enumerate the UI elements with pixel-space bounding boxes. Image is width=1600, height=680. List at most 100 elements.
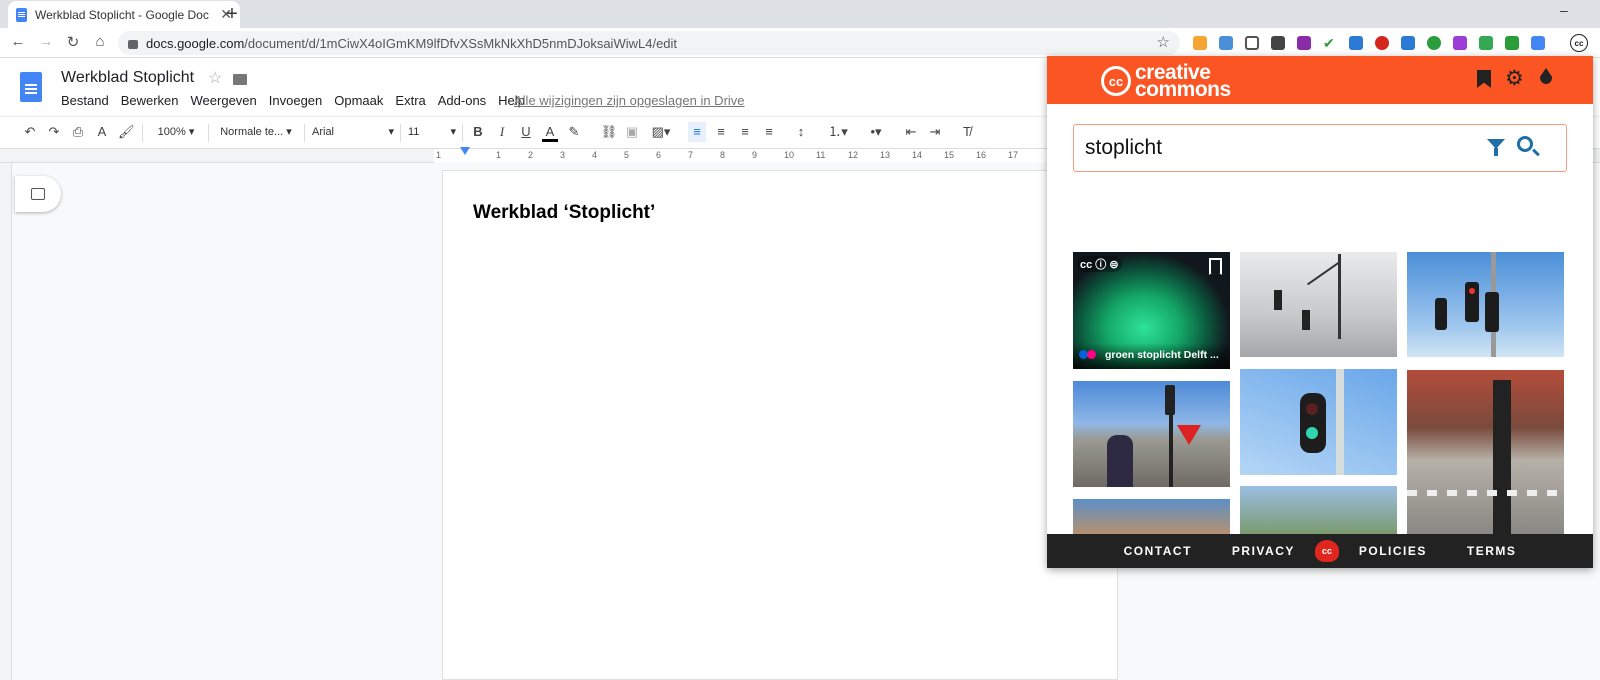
bookmark-image-icon[interactable] [1209, 258, 1222, 275]
adblock-icon[interactable] [1375, 36, 1389, 50]
cc-logo[interactable]: cc creative commons [1101, 62, 1231, 101]
saved-status[interactable]: Alle wijzigingen zijn opgeslagen in Driv… [514, 93, 745, 108]
print-icon[interactable]: ⎙ [70, 122, 86, 142]
footer-terms-link[interactable]: TERMS [1467, 544, 1517, 558]
link-icon[interactable]: ⛓ [600, 122, 618, 142]
rss-extension-icon[interactable] [1193, 36, 1207, 50]
traffic-light-shape [1300, 393, 1326, 453]
url-path: /document/d/1mCiwX4oIGmKM9lfDfvXSsMkNkXh… [244, 35, 678, 51]
result-image[interactable] [1407, 252, 1564, 357]
back-icon[interactable]: ← [8, 33, 28, 50]
document-heading[interactable]: Werkblad ‘Stoplicht’ [473, 202, 655, 224]
numbered-list-icon[interactable]: ⒈▾ [824, 122, 852, 142]
zoom-select[interactable]: 100% ▾ [152, 122, 200, 142]
document-title[interactable]: Werkblad Stoplicht [61, 69, 194, 87]
spellcheck-icon[interactable]: A [94, 122, 110, 142]
extension-icon[interactable] [1505, 36, 1519, 50]
ruler-tick: 6 [656, 150, 662, 160]
document-page[interactable] [442, 170, 1118, 680]
cc-logo-line2: commons [1135, 78, 1231, 101]
folder-icon[interactable] [233, 74, 247, 85]
line-spacing-icon[interactable]: ↕ [792, 122, 810, 142]
grammar-extension-icon[interactable] [1427, 36, 1441, 50]
extension-icon[interactable] [1219, 36, 1233, 50]
pocket-icon[interactable] [1245, 36, 1259, 50]
extension-icon[interactable] [1271, 36, 1285, 50]
menu-weergeven[interactable]: Weergeven [191, 93, 257, 108]
settings-gear-icon[interactable]: ⚙ [1505, 66, 1524, 91]
separator [208, 124, 209, 142]
search-icon[interactable] [1517, 136, 1533, 152]
image-caption: groen stoplicht Delft ... [1105, 349, 1219, 361]
align-right-icon[interactable]: ≡ [736, 122, 754, 142]
style-select[interactable]: Normale te... ▾ [216, 122, 296, 142]
undo-icon[interactable]: ↶ [22, 122, 38, 142]
pole-shape [1169, 415, 1173, 487]
justify-icon[interactable]: ≡ [760, 122, 778, 142]
reload-icon[interactable]: ↻ [63, 33, 83, 51]
license-icons[interactable]: cc ⓘ ⊜ [1077, 256, 1122, 272]
result-image[interactable] [1407, 370, 1564, 534]
font-select[interactable]: Arial ▾ [312, 122, 394, 142]
traffic-light-shape [1435, 298, 1447, 330]
drive-icon[interactable] [1479, 36, 1493, 50]
underline-icon[interactable]: U [518, 122, 534, 142]
pen-extension-icon[interactable] [1453, 36, 1467, 50]
footer-policies-link[interactable]: POLICIES [1359, 544, 1427, 558]
result-image[interactable] [1240, 369, 1397, 475]
cc-heart-logo-icon[interactable]: cc [1314, 540, 1339, 562]
comment-icon[interactable]: ▣ [624, 122, 640, 142]
increase-indent-icon[interactable]: ⇥ [926, 122, 944, 142]
text-color-icon[interactable]: A [542, 122, 558, 142]
vertical-ruler [0, 163, 12, 680]
footer-contact-link[interactable]: CONTACT [1124, 544, 1192, 558]
onenote-icon[interactable] [1297, 36, 1311, 50]
decrease-indent-icon[interactable]: ⇤ [902, 122, 920, 142]
ruler-tick: 16 [976, 150, 987, 160]
extension-icon[interactable] [1401, 36, 1415, 50]
star-icon[interactable]: ☆ [208, 68, 222, 88]
redo-icon[interactable]: ↷ [46, 122, 62, 142]
document-outline-button[interactable] [15, 176, 61, 212]
ruler-tick: 5 [624, 150, 630, 160]
translate-icon[interactable] [1531, 36, 1545, 50]
menu-bewerken[interactable]: Bewerken [121, 93, 179, 108]
pole-shape [1338, 254, 1341, 339]
align-center-icon[interactable]: ≡ [712, 122, 730, 142]
align-left-icon[interactable]: ≡ [688, 122, 706, 142]
extension-icon[interactable] [1349, 36, 1363, 50]
filter-icon[interactable] [1487, 139, 1505, 156]
result-image[interactable] [1073, 381, 1230, 487]
check-extension-icon[interactable]: ✔ [1323, 36, 1337, 50]
font-size-select[interactable]: 11 ▾ [408, 122, 456, 142]
clear-formatting-icon[interactable]: T̸ [958, 122, 976, 142]
ruler-tick: 2 [528, 150, 534, 160]
bookmark-star-icon[interactable]: ☆ [1157, 33, 1170, 51]
address-bar[interactable]: docs.google.com /document/d/1mCiwX4oIGmK… [118, 31, 1180, 55]
result-image[interactable] [1073, 499, 1230, 534]
menu-extra[interactable]: Extra [395, 93, 425, 108]
creative-commons-extension-icon[interactable]: cc [1570, 34, 1588, 52]
result-image[interactable] [1240, 252, 1397, 357]
result-image[interactable] [1240, 486, 1397, 534]
menu-opmaak[interactable]: Opmaak [334, 93, 383, 108]
indent-marker-icon[interactable] [460, 147, 470, 155]
menu-bestand[interactable]: Bestand [61, 93, 109, 108]
result-image[interactable]: cc ⓘ ⊜ groen stoplicht Delft ... [1073, 252, 1230, 369]
bulleted-list-icon[interactable]: •▾ [862, 122, 890, 142]
menu-add-ons[interactable]: Add-ons [438, 93, 486, 108]
flickr-icon [1087, 350, 1096, 359]
paint-format-icon[interactable]: 🖌 [118, 122, 135, 142]
footer-privacy-link[interactable]: PRIVACY [1232, 544, 1295, 558]
minimize-button[interactable]: – [1560, 2, 1568, 18]
docs-logo-icon[interactable] [20, 72, 42, 102]
new-tab-button[interactable]: + [222, 3, 242, 26]
bold-icon[interactable]: B [470, 122, 486, 142]
forward-icon[interactable]: → [36, 33, 56, 50]
highlight-icon[interactable]: ✎ [566, 122, 582, 142]
home-icon[interactable]: ⌂ [90, 33, 110, 50]
menu-invoegen[interactable]: Invoegen [269, 93, 323, 108]
italic-icon[interactable]: I [494, 122, 510, 142]
image-icon[interactable]: ▨▾ [648, 122, 674, 142]
browser-tab[interactable]: Werkblad Stoplicht - Google Doc ✕ [8, 1, 240, 28]
